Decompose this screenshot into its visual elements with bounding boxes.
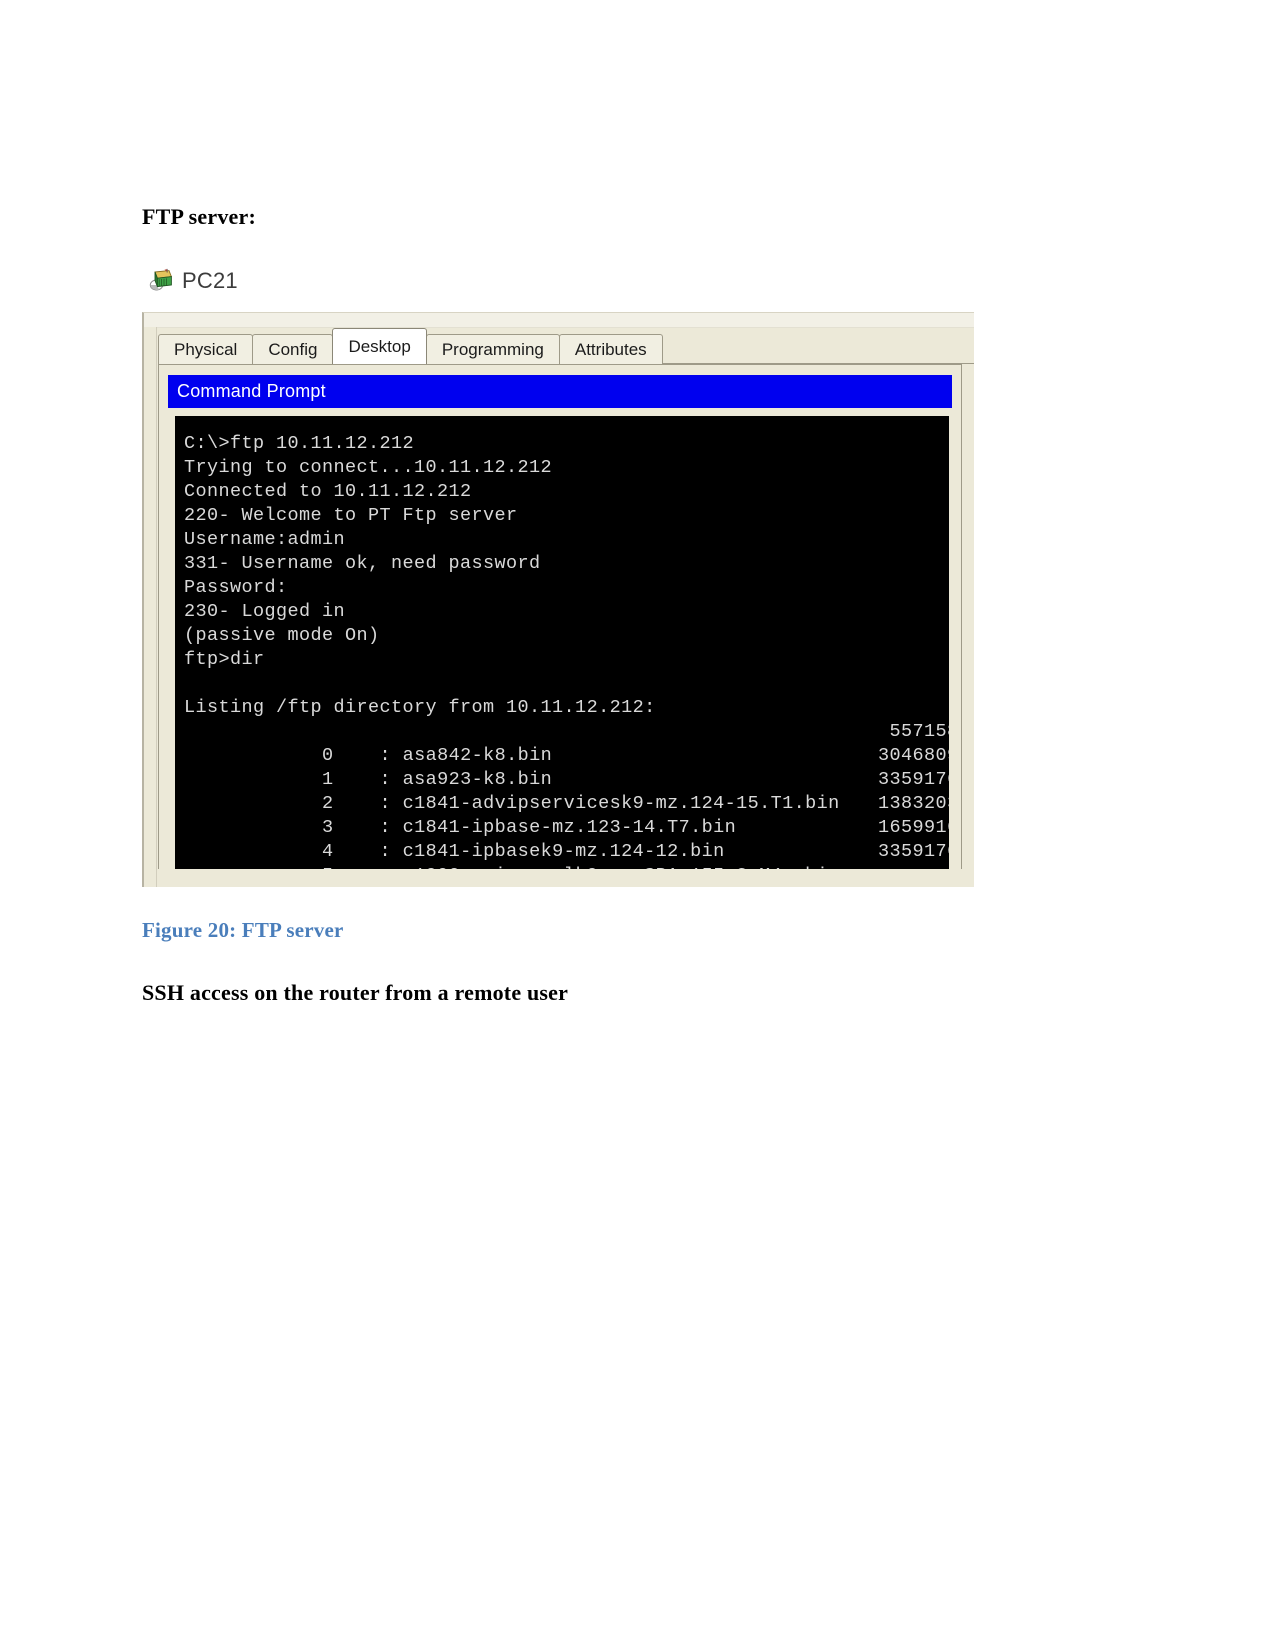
listing-separator: :: [334, 865, 403, 869]
command-prompt-window: Command Prompt C:\>ftp 10.11.12.212 Tryi…: [168, 375, 952, 869]
console-listing-row: 5 : c1900-universalk9-mz.SPA.155-3.M4a.b…: [184, 840, 949, 869]
console-line: 220- Welcome to PT Ftp server: [184, 505, 518, 526]
tab-desktop[interactable]: Desktop: [332, 328, 427, 364]
tab-attributes[interactable]: Attributes: [558, 334, 663, 364]
window-top-strip: [144, 313, 974, 328]
figure-caption: Figure 20: FTP server: [142, 918, 344, 942]
device-label: PC21: [148, 268, 238, 294]
listing-index: 5: [322, 865, 334, 869]
listing-filesize: 33591768: [877, 841, 949, 862]
tab-config[interactable]: Config: [252, 334, 334, 364]
desktop-tab-panel: Command Prompt C:\>ftp 10.11.12.212 Tryi…: [158, 364, 962, 869]
page-heading-ftp-server: FTP server:: [142, 204, 256, 229]
console-line: Username:admin: [184, 529, 346, 550]
pc-host-icon: [148, 268, 174, 294]
console-line: C:\>ftp 10.11.12.212: [184, 433, 415, 454]
listing-filesize: 16599160: [877, 817, 949, 838]
tab-physical[interactable]: Physical: [158, 334, 254, 364]
console-line: (passive mode On): [184, 625, 380, 646]
window-tab-bar[interactable]: Physical Config Desktop Programming Attr…: [158, 328, 974, 364]
console-line: Password:: [184, 577, 288, 598]
console-line: ftp>dir: [184, 649, 265, 670]
console-line: 230- Logged in: [184, 601, 346, 622]
command-prompt-titlebar[interactable]: Command Prompt: [168, 375, 952, 408]
device-name-label: PC21: [182, 268, 238, 293]
listing-filesize: 13832032: [877, 793, 949, 814]
console-line: Listing /ftp directory from 10.11.12.212…: [184, 697, 656, 718]
listing-filesize: 5571584: [889, 721, 949, 742]
console-output[interactable]: C:\>ftp 10.11.12.212 Trying to connect..…: [175, 416, 949, 869]
page-heading-ssh-access: SSH access on the router from a remote u…: [142, 980, 569, 1005]
command-prompt-title: Command Prompt: [177, 381, 326, 401]
listing-filesize: 30468096: [877, 745, 949, 766]
window-left-rail: [144, 327, 157, 887]
listing-filename: c1900-universalk9-mz.SPA.155-3.M4a.bin: [403, 865, 840, 869]
console-line: 331- Username ok, need password: [184, 553, 541, 574]
console-listing-row: 1 : asa923-k8.bin30468096: [184, 744, 949, 790]
console-line: Connected to 10.11.12.212: [184, 481, 472, 502]
console-listing-row: 4 : c1841-ipbasek9-mz.124-12.bin16599160: [184, 816, 949, 862]
console-line: Trying to connect...10.11.12.212: [184, 457, 553, 478]
console-listing-row: 3 : c1841-ipbase-mz.123-14.T7.bin1383203…: [184, 792, 949, 838]
console-listing-row: 0 : asa842-k8.bin5571584: [184, 720, 949, 766]
listing-filesize: 33591768: [877, 769, 949, 790]
console-listing-row: 2 : c1841-advipservicesk9-mz.124-15.T1.b…: [184, 768, 949, 814]
tab-programming[interactable]: Programming: [425, 334, 560, 364]
command-prompt-body: C:\>ftp 10.11.12.212 Trying to connect..…: [168, 408, 952, 869]
device-window: Physical Config Desktop Programming Attr…: [142, 312, 974, 887]
